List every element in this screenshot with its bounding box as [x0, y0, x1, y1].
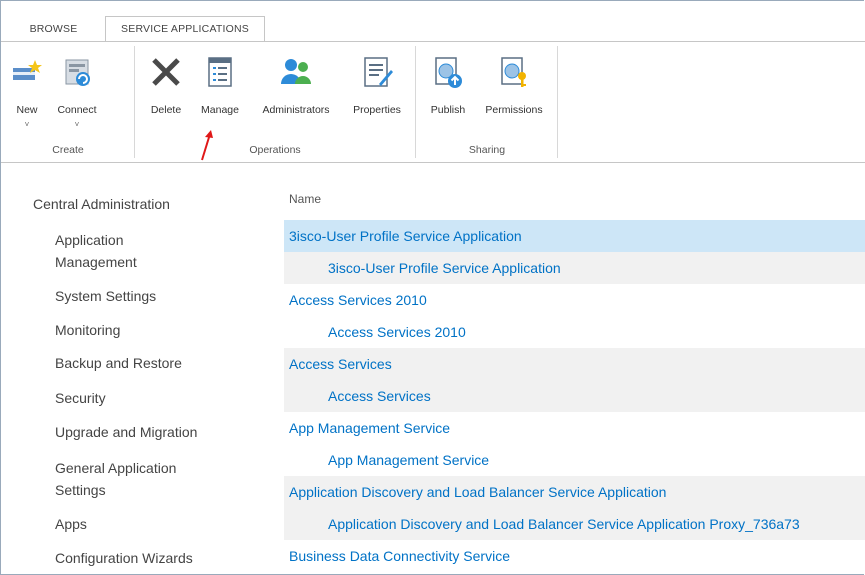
nav-item-security[interactable]: Security [55, 387, 106, 409]
row-link[interactable]: App Management Service [284, 452, 489, 468]
permissions-label: Permissions [485, 104, 543, 116]
nav-item-application-management-line2[interactable]: Management [55, 251, 137, 273]
nav-item-backup-and-restore[interactable]: Backup and Restore [55, 352, 182, 374]
row-link[interactable]: Access Services [284, 388, 431, 404]
row-link[interactable]: 3isco-User Profile Service Application [284, 260, 561, 276]
list-row[interactable]: Access Services [284, 380, 865, 412]
group-separator [134, 46, 135, 158]
administrators-label: Administrators [262, 104, 330, 116]
nav-item-general-application-settings-line1[interactable]: General Application [55, 457, 176, 479]
row-link[interactable]: Access Services 2010 [284, 324, 466, 340]
new-label: New [16, 104, 38, 116]
administrators-button[interactable]: Administrators [249, 42, 343, 138]
nav-item-configuration-wizards[interactable]: Configuration Wizards [55, 547, 193, 569]
list-row[interactable]: Access Services 2010 [284, 316, 865, 348]
manage-label: Manage [201, 104, 239, 116]
manage-button[interactable]: Manage [195, 42, 245, 138]
nav-central-administration[interactable]: Central Administration [33, 196, 170, 212]
list-row[interactable]: App Management Service [284, 412, 865, 444]
list-row[interactable]: Application Discovery and Load Balancer … [284, 476, 865, 508]
list-row[interactable]: Access Services 2010 [284, 284, 865, 316]
connect-button[interactable]: Connect ˅ [51, 42, 103, 138]
tab-service-applications[interactable]: SERVICE APPLICATIONS [105, 16, 265, 42]
delete-label: Delete [150, 104, 182, 116]
delete-icon [152, 58, 180, 86]
group-separator [557, 46, 558, 158]
group-label-create: Create [52, 144, 84, 156]
publish-button[interactable]: Publish [423, 42, 473, 138]
row-link[interactable]: Application Discovery and Load Balancer … [284, 484, 666, 500]
properties-icon [364, 57, 393, 87]
connect-icon [65, 59, 90, 86]
tab-browse[interactable]: BROWSE [11, 17, 96, 41]
group-separator [415, 46, 416, 158]
list-row[interactable]: Access Services [284, 348, 865, 380]
list-row[interactable]: 3isco-User Profile Service Application [284, 252, 865, 284]
list-row[interactable]: Application Discovery and Load Balancer … [284, 508, 865, 540]
row-link[interactable]: Access Services 2010 [284, 292, 427, 308]
group-label-sharing: Sharing [468, 144, 506, 156]
permissions-button[interactable]: Permissions [477, 42, 551, 138]
permissions-icon [501, 57, 526, 87]
chevron-down-icon[interactable]: ˅ [51, 120, 103, 129]
nav-item-general-application-settings-line2[interactable]: Settings [55, 479, 106, 501]
properties-label: Properties [353, 104, 401, 116]
manage-icon [208, 57, 232, 87]
nav-item-application-management-line1[interactable]: Application [55, 229, 124, 251]
list-row[interactable]: Business Data Connectivity Service [284, 540, 865, 572]
ribbon-tab-bar: BROWSE SERVICE APPLICATIONS [1, 1, 865, 42]
publish-label: Publish [430, 104, 466, 116]
row-link[interactable]: Business Data Connectivity Service [284, 548, 510, 564]
properties-button[interactable]: Properties [345, 42, 409, 138]
publish-icon [435, 57, 462, 88]
nav-item-system-settings[interactable]: System Settings [55, 285, 156, 307]
row-link[interactable]: 3isco-User Profile Service Application [284, 228, 522, 244]
nav-item-upgrade-and-migration[interactable]: Upgrade and Migration [55, 421, 197, 443]
row-link[interactable]: Application Discovery and Load Balancer … [284, 516, 800, 532]
administrators-icon [281, 59, 311, 84]
column-header-name[interactable]: Name [289, 192, 321, 206]
row-link[interactable]: App Management Service [284, 420, 450, 436]
list-row[interactable]: 3isco-User Profile Service Application [284, 220, 865, 252]
delete-button[interactable]: Delete [141, 42, 191, 138]
chevron-down-icon[interactable]: ˅ [5, 120, 49, 129]
new-icon [13, 60, 42, 80]
new-button[interactable]: New ˅ [5, 42, 49, 138]
group-label-operations: Operations [249, 144, 301, 156]
list-row[interactable]: App Management Service [284, 444, 865, 476]
ribbon: New ˅ Connect ˅ Create Delete Manage Adm… [1, 41, 865, 163]
connect-label: Connect [57, 104, 97, 116]
row-link[interactable]: Access Services [284, 356, 392, 372]
nav-item-monitoring[interactable]: Monitoring [55, 319, 120, 341]
nav-item-apps[interactable]: Apps [55, 513, 87, 535]
